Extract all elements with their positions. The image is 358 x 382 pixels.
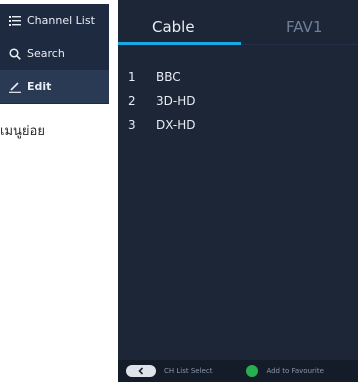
left-arrow-key-icon xyxy=(126,365,156,377)
channel-name: DX-HD xyxy=(156,118,196,132)
channel-name: 3D-HD xyxy=(156,94,196,108)
channel-row[interactable]: 2 3D-HD xyxy=(118,89,358,113)
submenu-caption: เมนูย่อย xyxy=(0,124,45,139)
channel-row[interactable]: 3 DX-HD xyxy=(118,113,358,137)
channel-number: 2 xyxy=(128,94,136,108)
channel-number: 1 xyxy=(128,70,136,84)
edit-icon xyxy=(8,80,22,94)
green-key-icon xyxy=(246,365,259,377)
tab-fav1[interactable]: FAV1 xyxy=(286,18,322,36)
tab-bar: Cable FAV1 xyxy=(118,0,358,45)
tab-divider xyxy=(241,44,358,45)
sub-menu: Channel List Search Edit xyxy=(0,4,109,104)
add-to-favourite-hint: Add to Favourite xyxy=(266,367,324,375)
search-icon xyxy=(8,47,22,61)
menu-item-label: Channel List xyxy=(27,14,95,27)
channel-name: BBC xyxy=(156,70,181,84)
channel-row[interactable]: 1 BBC xyxy=(118,65,358,89)
active-tab-indicator xyxy=(118,42,241,45)
channel-list-panel: Cable FAV1 1 BBC 2 3D-HD 3 DX-HD CH List… xyxy=(118,0,358,382)
channel-number: 3 xyxy=(128,118,136,132)
ch-list-select-hint: CH List Select xyxy=(164,367,213,375)
list-icon xyxy=(8,14,22,28)
menu-item-edit[interactable]: Edit xyxy=(0,70,109,103)
tab-cable[interactable]: Cable xyxy=(152,18,195,36)
channel-list: 1 BBC 2 3D-HD 3 DX-HD xyxy=(118,65,358,137)
menu-item-search[interactable]: Search xyxy=(0,37,109,70)
menu-item-label: Search xyxy=(27,47,65,60)
footer-hints: CH List Select Add to Favourite xyxy=(118,360,358,382)
menu-item-channel-list[interactable]: Channel List xyxy=(0,4,109,37)
menu-item-label: Edit xyxy=(27,80,52,93)
